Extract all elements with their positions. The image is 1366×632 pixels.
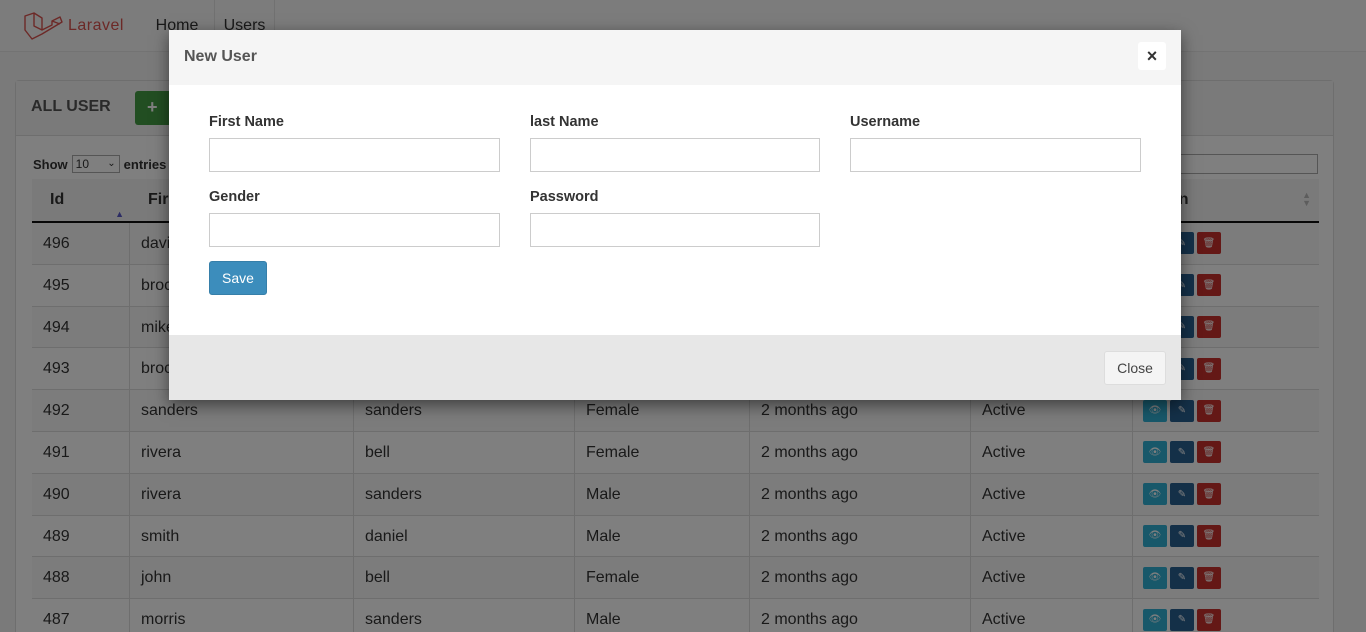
username-group: Username	[850, 114, 1141, 172]
close-icon[interactable]: ×	[1138, 42, 1166, 70]
last-name-input[interactable]	[530, 138, 820, 172]
gender-label: Gender	[209, 189, 260, 205]
modal-body: First Name last Name Username Gender Pas…	[169, 85, 1181, 335]
new-user-modal: New User × First Name last Name Username…	[169, 30, 1181, 400]
modal-footer: Close	[169, 335, 1181, 400]
password-group: Password	[530, 189, 820, 247]
username-input[interactable]	[850, 138, 1141, 172]
username-label: Username	[850, 114, 921, 130]
first-name-label: First Name	[209, 114, 284, 130]
modal-title: New User	[184, 48, 257, 65]
modal-header: New User ×	[169, 30, 1181, 85]
gender-input[interactable]	[209, 213, 500, 247]
last-name-group: last Name	[530, 114, 820, 172]
close-button[interactable]: Close	[1104, 351, 1166, 385]
first-name-input[interactable]	[209, 138, 500, 172]
password-input[interactable]	[530, 213, 820, 247]
last-name-label: last Name	[530, 114, 599, 130]
save-button[interactable]: Save	[209, 261, 267, 295]
gender-group: Gender	[209, 189, 500, 247]
password-label: Password	[530, 189, 599, 205]
first-name-group: First Name	[209, 114, 500, 172]
